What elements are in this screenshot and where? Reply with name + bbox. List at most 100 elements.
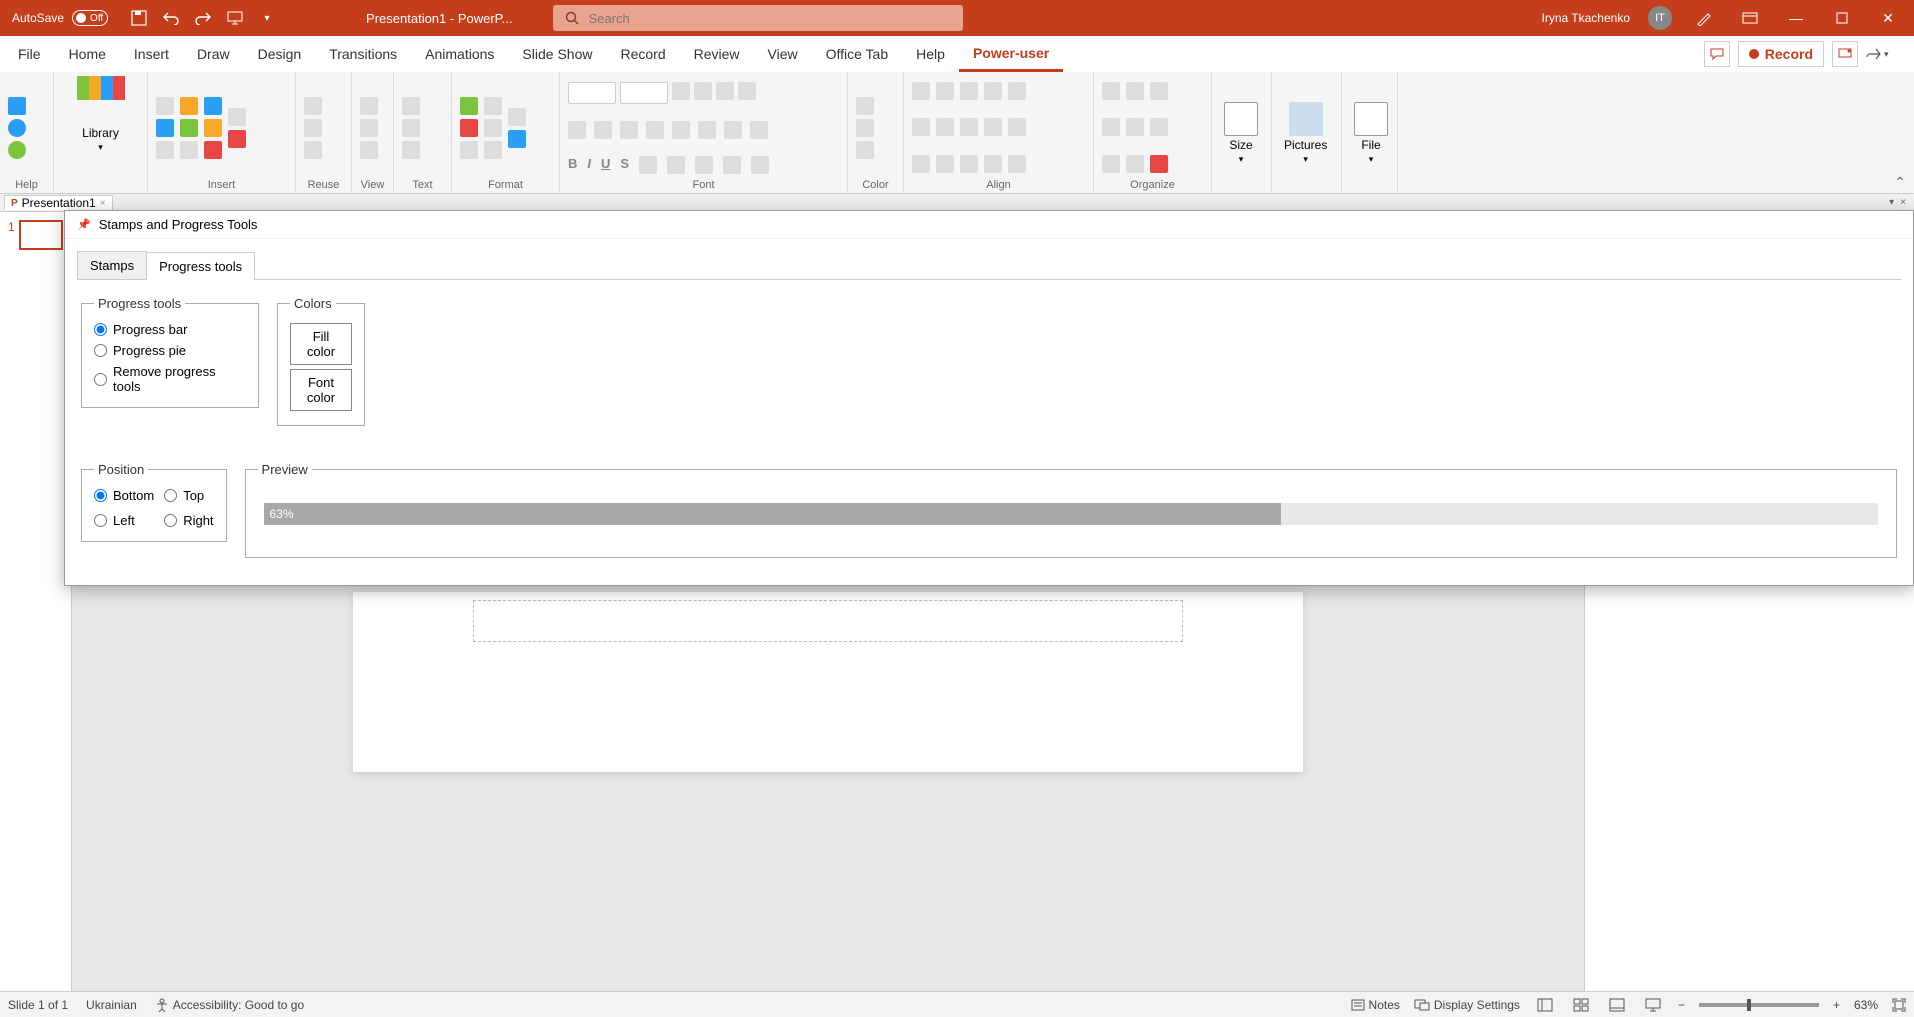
- indent-inc-icon[interactable]: [751, 156, 769, 174]
- accessibility-icon[interactable]: [508, 108, 526, 126]
- radio-bottom[interactable]: Bottom: [94, 485, 154, 506]
- table-icon[interactable]: [228, 108, 246, 126]
- tab-draw[interactable]: Draw: [183, 38, 244, 70]
- slideshow-view-icon[interactable]: [1642, 996, 1664, 1014]
- tab-review[interactable]: Review: [680, 38, 754, 70]
- fit-to-window-icon[interactable]: [1892, 998, 1906, 1012]
- view-icon[interactable]: [360, 97, 378, 115]
- radio-left[interactable]: Left: [94, 510, 154, 531]
- fontsize-combo[interactable]: [620, 82, 668, 104]
- outline-color-icon[interactable]: [856, 141, 874, 159]
- undo-icon[interactable]: [162, 9, 180, 27]
- view-icon[interactable]: [360, 141, 378, 159]
- ungroup-icon[interactable]: [1126, 82, 1144, 100]
- notes-button[interactable]: Notes: [1351, 998, 1400, 1012]
- language-indicator[interactable]: Ukrainian: [86, 998, 137, 1012]
- align-left-icon[interactable]: [568, 121, 586, 139]
- record-button[interactable]: Record: [1738, 41, 1824, 67]
- zoom-in-icon[interactable]: +: [1833, 998, 1840, 1012]
- align-icon[interactable]: [912, 82, 930, 100]
- share-button[interactable]: ▾: [1866, 41, 1900, 67]
- underline-icon[interactable]: U: [601, 156, 610, 174]
- shape-icon[interactable]: [180, 119, 198, 137]
- clear-format-icon[interactable]: [716, 82, 734, 100]
- tab-view[interactable]: View: [754, 38, 812, 70]
- organize-icon[interactable]: [1150, 155, 1168, 173]
- format-painter-icon[interactable]: [484, 97, 502, 115]
- fill-color-button[interactable]: Fill color: [290, 323, 352, 365]
- line-spacing-icon[interactable]: [672, 121, 690, 139]
- change-case-icon[interactable]: [750, 121, 768, 139]
- settings-gear-icon[interactable]: [8, 141, 26, 159]
- insert-tool-icon[interactable]: [156, 119, 174, 137]
- radio-progress-bar[interactable]: Progress bar: [94, 319, 246, 340]
- toggle-switch[interactable]: Off: [72, 10, 108, 26]
- present-icon[interactable]: [226, 9, 244, 27]
- doc-bar-close-icon[interactable]: ×: [1900, 197, 1906, 208]
- dlg-tab-stamps[interactable]: Stamps: [77, 251, 147, 279]
- radio-top[interactable]: Top: [164, 485, 213, 506]
- tab-record[interactable]: Record: [606, 38, 679, 70]
- library-icon[interactable]: [77, 76, 125, 124]
- zoom-out-icon[interactable]: −: [1678, 998, 1685, 1012]
- pictures-button[interactable]: Pictures▾: [1280, 98, 1331, 169]
- highlight-icon[interactable]: [738, 82, 756, 100]
- justify-icon[interactable]: [646, 121, 664, 139]
- sorter-view-icon[interactable]: [1570, 996, 1592, 1014]
- group-icon[interactable]: [1102, 82, 1120, 100]
- dlg-tab-progress[interactable]: Progress tools: [146, 252, 255, 280]
- arrange-icon[interactable]: [936, 155, 954, 173]
- grow-font-icon[interactable]: [672, 82, 690, 100]
- fill-color-icon[interactable]: [856, 119, 874, 137]
- format-icon[interactable]: [460, 119, 478, 137]
- info-icon[interactable]: [8, 119, 26, 137]
- tab-animations[interactable]: Animations: [411, 38, 508, 70]
- tab-office[interactable]: Office Tab: [812, 38, 903, 70]
- document-tab[interactable]: P Presentation1 ×: [4, 195, 113, 210]
- organize-icon[interactable]: [1150, 118, 1168, 136]
- bring-forward-icon[interactable]: [1102, 118, 1120, 136]
- search-tool-icon[interactable]: [8, 97, 26, 115]
- insert-tool-icon[interactable]: [156, 97, 174, 115]
- columns-icon[interactable]: [698, 121, 716, 139]
- radio-progress-pie[interactable]: Progress pie: [94, 340, 246, 361]
- organize-icon[interactable]: [1126, 155, 1144, 173]
- format-icon[interactable]: [460, 97, 478, 115]
- bullets-icon[interactable]: [667, 156, 685, 174]
- language-icon[interactable]: [402, 119, 420, 137]
- slide-indicator[interactable]: Slide 1 of 1: [8, 998, 68, 1012]
- organize-icon[interactable]: [1150, 82, 1168, 100]
- font-color-button[interactable]: Font color: [290, 369, 352, 411]
- display-settings-button[interactable]: Display Settings: [1414, 998, 1520, 1012]
- distribute-icon[interactable]: [936, 118, 954, 136]
- qat-more-icon[interactable]: ▾: [258, 9, 276, 27]
- distribute-icon[interactable]: [912, 118, 930, 136]
- shape-icon[interactable]: [180, 97, 198, 115]
- tab-slideshow[interactable]: Slide Show: [508, 38, 606, 70]
- chart-icon[interactable]: [204, 119, 222, 137]
- file-button[interactable]: File▾: [1350, 98, 1392, 169]
- search-box[interactable]: [553, 5, 963, 31]
- autosave-toggle[interactable]: AutoSave Off: [0, 10, 120, 26]
- format-icon[interactable]: [508, 130, 526, 148]
- doc-bar-dropdown-icon[interactable]: ▾: [1889, 197, 1894, 208]
- close-icon[interactable]: ✕: [1874, 10, 1902, 27]
- italic-icon[interactable]: I: [587, 156, 591, 174]
- radio-remove-progress[interactable]: Remove progress tools: [94, 361, 246, 397]
- maximize-icon[interactable]: [1828, 12, 1856, 24]
- tab-file[interactable]: File: [4, 38, 55, 70]
- reuse-icon[interactable]: [304, 119, 322, 137]
- bold-icon[interactable]: B: [568, 156, 577, 174]
- view-icon[interactable]: [360, 119, 378, 137]
- font-color-icon[interactable]: [856, 97, 874, 115]
- user-avatar[interactable]: IT: [1648, 6, 1672, 30]
- slide-canvas[interactable]: [353, 592, 1303, 772]
- tab-poweruser[interactable]: Power-user: [959, 37, 1063, 72]
- format-icon[interactable]: [484, 119, 502, 137]
- numbering-icon[interactable]: [695, 156, 713, 174]
- align-icon[interactable]: [1008, 82, 1026, 100]
- reuse-icon[interactable]: [304, 141, 322, 159]
- tab-design[interactable]: Design: [244, 38, 316, 70]
- collapse-ribbon-icon[interactable]: ⌃: [1894, 174, 1906, 191]
- text-direction-icon[interactable]: [724, 121, 742, 139]
